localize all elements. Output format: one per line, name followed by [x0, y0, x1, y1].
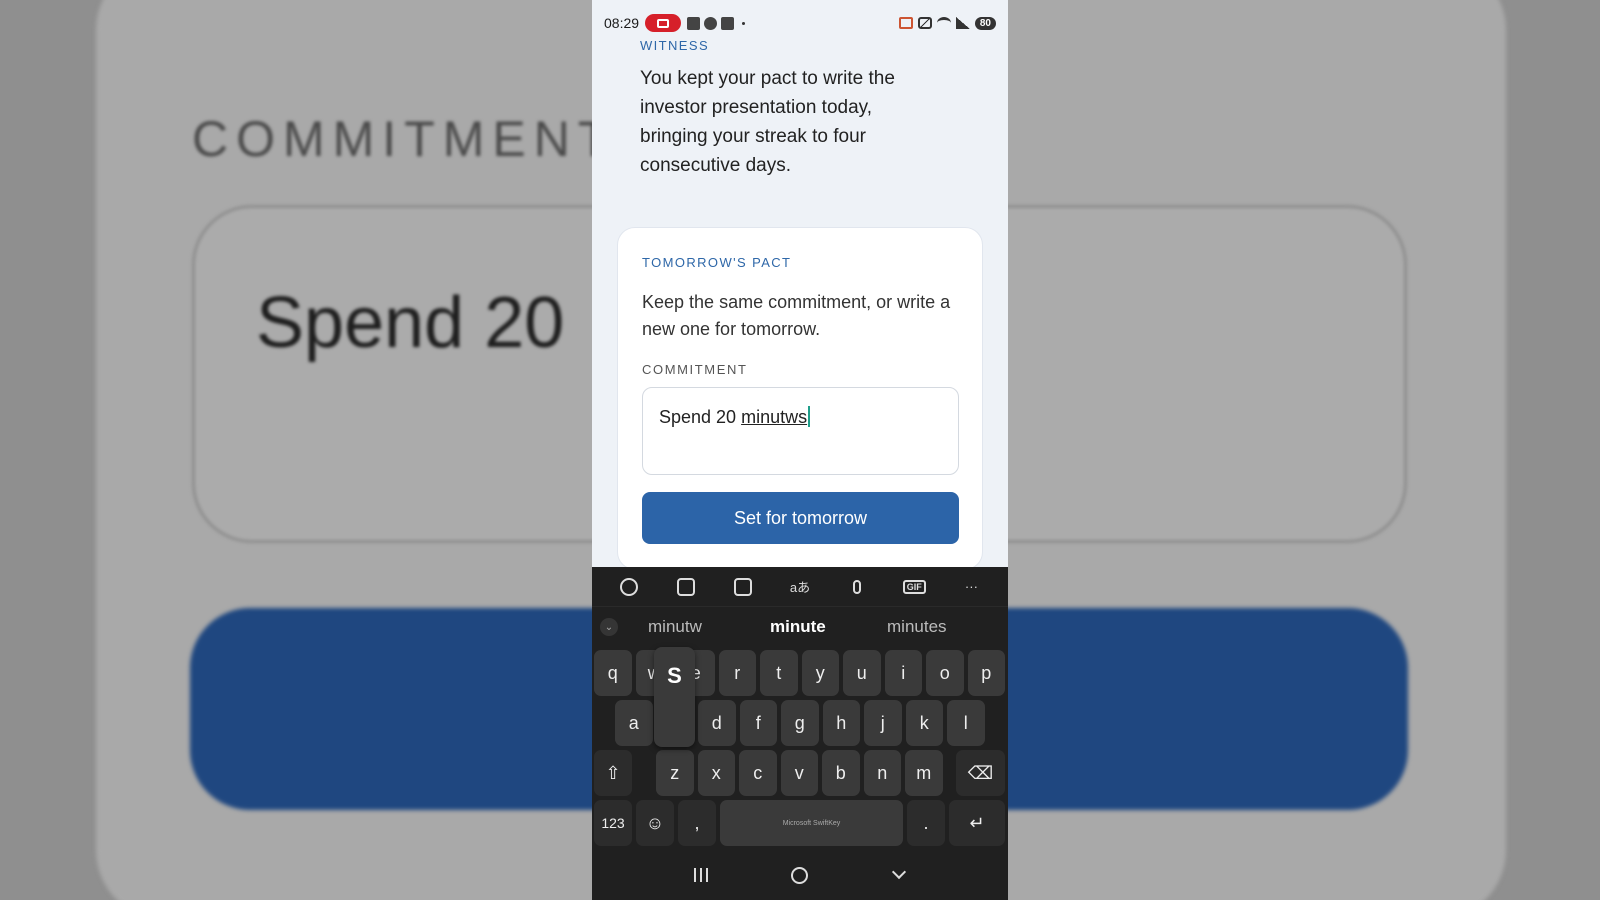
key-o[interactable]: o	[926, 650, 964, 696]
back-button[interactable]	[889, 864, 909, 884]
suggestion-center[interactable]: minute	[770, 617, 826, 637]
card-description: Keep the same commitment, or write a new…	[642, 292, 951, 339]
shift-key[interactable]: ⇧	[594, 750, 632, 796]
notification-icon	[721, 16, 735, 30]
key-l[interactable]: l	[947, 700, 985, 746]
more-notifications-dot	[742, 21, 746, 25]
tomorrows-pact-card: TOMORROW'S PACT Keep the same commitment…	[617, 227, 983, 570]
bg-input-text: Spend 20	[256, 283, 565, 363]
key-r[interactable]: r	[718, 650, 756, 696]
commitment-input[interactable]: Spend 20 minutws	[642, 387, 959, 475]
key-j[interactable]: j	[864, 700, 902, 746]
phone-screen: 08:29 80 WITNESS You kept your pact to w…	[592, 0, 1008, 900]
key-p[interactable]: p	[967, 650, 1005, 696]
period-key[interactable]: .	[907, 800, 945, 846]
key-b[interactable]: b	[822, 750, 860, 796]
set-for-tomorrow-button[interactable]: Set for tomorrow	[642, 492, 959, 544]
witness-label: WITNESS	[640, 38, 710, 53]
suggestion-right[interactable]: minutes	[887, 617, 947, 637]
clipboard-icon[interactable]	[732, 577, 754, 597]
key-q[interactable]: q	[594, 650, 632, 696]
recents-button[interactable]	[691, 866, 711, 884]
sticker-icon[interactable]	[675, 577, 697, 597]
enter-key[interactable]: ↵	[949, 800, 1005, 846]
input-typed-word: minutws	[741, 407, 808, 427]
space-key[interactable]: Microsoft SwiftKey	[720, 800, 903, 846]
key-n[interactable]: n	[863, 750, 901, 796]
battery-indicator: 80	[974, 16, 996, 30]
key-u[interactable]: u	[843, 650, 881, 696]
mute-icon	[917, 17, 932, 29]
card-label: TOMORROW'S PACT	[642, 255, 792, 270]
signal-icon	[955, 17, 970, 29]
numbers-key[interactable]: 123	[594, 800, 632, 846]
suggestion-row: ⌄ minutw minute minutes	[592, 607, 1008, 647]
cast-icon	[898, 17, 913, 29]
bg-commitment-label: COMMITMENT	[192, 111, 617, 167]
key-v[interactable]: v	[780, 750, 818, 796]
recents-icon	[694, 868, 709, 882]
key-f[interactable]: f	[739, 700, 777, 746]
back-icon	[891, 864, 906, 880]
key-z[interactable]: z	[656, 750, 694, 796]
home-button[interactable]	[790, 866, 810, 884]
key-press-popup: S	[654, 647, 695, 747]
backspace-key[interactable]: ⌫	[956, 750, 1005, 796]
key-g[interactable]: g	[781, 700, 819, 746]
witness-message: You kept your pact to write the investor…	[640, 68, 895, 176]
comma-key[interactable]: ,	[678, 800, 716, 846]
copilot-icon[interactable]	[618, 577, 640, 597]
key-x[interactable]: x	[697, 750, 735, 796]
key-row-4: 123 ☺ , Microsoft SwiftKey . ↵	[592, 800, 1008, 846]
translate-icon[interactable]: aあ	[789, 577, 811, 597]
microphone-icon[interactable]	[846, 577, 868, 597]
key-a[interactable]: a	[615, 700, 653, 746]
input-prefix-text: Spend 20	[659, 407, 742, 427]
key-row-3: ⇧ ⌫ zxcvbnm	[592, 750, 1008, 796]
more-icon[interactable]: ···	[960, 577, 982, 597]
suggestion-left[interactable]: minutw	[648, 617, 702, 637]
keyboard: aあ GIF ··· ⌄ minutw minute minutes qwert…	[592, 567, 1008, 900]
text-caret	[808, 406, 811, 427]
home-icon	[791, 866, 809, 884]
wifi-icon	[936, 17, 951, 29]
status-time: 08:29	[604, 15, 640, 31]
key-h[interactable]: h	[822, 700, 860, 746]
key-i[interactable]: i	[884, 650, 922, 696]
key-d[interactable]: d	[698, 700, 736, 746]
key-m[interactable]: m	[905, 750, 943, 796]
key-t[interactable]: t	[760, 650, 798, 696]
app-icon	[687, 16, 701, 30]
spotify-icon	[704, 16, 718, 30]
commitment-field-label: COMMITMENT	[642, 362, 748, 377]
key-y[interactable]: y	[801, 650, 839, 696]
key-c[interactable]: c	[739, 750, 777, 796]
screen-record-icon	[645, 14, 682, 32]
key-k[interactable]: k	[905, 700, 943, 746]
gif-icon[interactable]: GIF	[902, 577, 926, 597]
emoji-key[interactable]: ☺	[636, 800, 674, 846]
keyboard-toolbar: aあ GIF ···	[592, 567, 1008, 607]
navigation-bar	[592, 850, 1008, 900]
chevron-down-icon[interactable]: ⌄	[600, 618, 618, 636]
